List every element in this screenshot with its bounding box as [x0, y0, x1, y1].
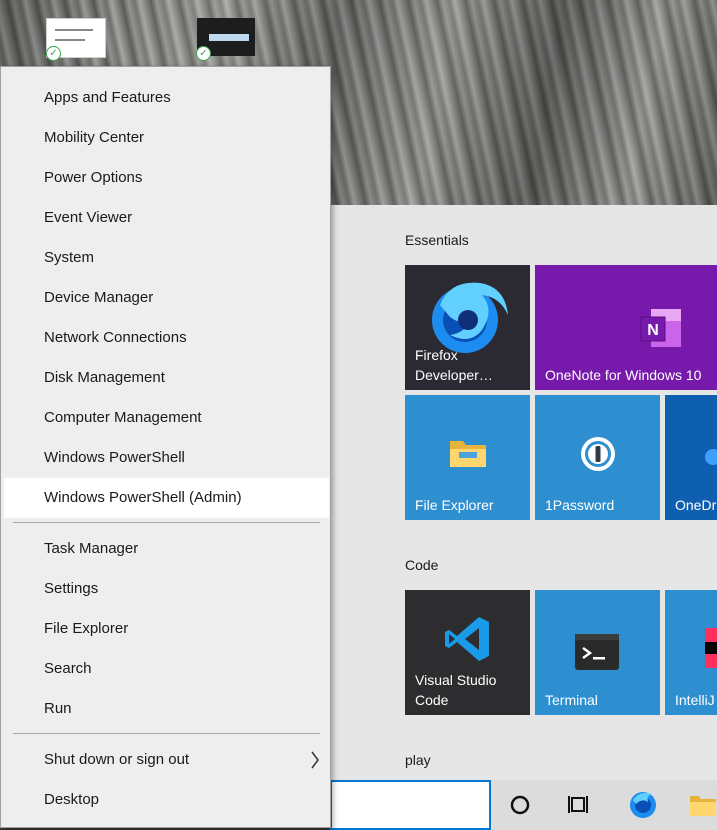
- tile-file-explorer[interactable]: File Explorer: [405, 395, 530, 520]
- menu-item-disk-management[interactable]: Disk Management: [4, 358, 329, 398]
- menu-item-label: Task Manager: [44, 540, 139, 557]
- tile-label: OneNote for Windows 10: [545, 367, 702, 383]
- tile-label: File Explorer: [415, 497, 494, 513]
- menu-item-search[interactable]: Search: [4, 649, 329, 689]
- tile-label: Terminal: [545, 692, 598, 708]
- menu-item-task-manager[interactable]: Task Manager: [4, 529, 329, 569]
- tile-visual-studio-code[interactable]: Visual Studio Code: [405, 590, 530, 715]
- menu-item-settings[interactable]: Settings: [4, 569, 329, 609]
- menu-item-label: Event Viewer: [44, 209, 133, 226]
- menu-item-windows-powershell-admin[interactable]: Windows PowerShell (Admin): [4, 478, 329, 518]
- menu-item-computer-management[interactable]: Computer Management: [4, 398, 329, 438]
- taskbar-search-box[interactable]: [330, 780, 491, 830]
- task-view-icon[interactable]: [563, 790, 593, 820]
- cortana-icon[interactable]: [505, 790, 535, 820]
- tile-onenote[interactable]: N OneNote for Windows 10: [535, 265, 717, 390]
- folder-icon[interactable]: [688, 790, 717, 820]
- menu-item-label: Run: [44, 700, 72, 717]
- taskbar: [330, 780, 717, 830]
- menu-item-system[interactable]: System: [4, 238, 329, 278]
- tile-intellij[interactable]: IntelliJ 2018.2: [665, 590, 717, 715]
- menu-item-label: System: [44, 249, 95, 266]
- svg-text:N: N: [647, 322, 659, 339]
- tile-firefox-developer[interactable]: Firefox Developer…: [405, 265, 530, 390]
- menu-item-desktop[interactable]: Desktop: [4, 780, 329, 820]
- tile-label: Firefox Developer…: [415, 347, 493, 383]
- menu-item-run[interactable]: Run: [4, 689, 329, 729]
- tile-label: Visual Studio Code: [415, 672, 497, 708]
- onenote-icon: N: [640, 309, 681, 347]
- menu-item-label: Computer Management: [44, 409, 202, 426]
- menu-item-device-manager[interactable]: Device Manager: [4, 278, 329, 318]
- menu-item-network-connections[interactable]: Network Connections: [4, 318, 329, 358]
- menu-item-label: Network Connections: [44, 329, 187, 346]
- cloud-icon: [705, 449, 717, 465]
- intellij-icon: [705, 628, 717, 668]
- menu-item-label: Disk Management: [44, 369, 165, 386]
- menu-item-power-options[interactable]: Power Options: [4, 158, 329, 198]
- group-title-play: play: [405, 752, 431, 768]
- menu-item-label: Windows PowerShell: [44, 449, 185, 466]
- menu-item-label: File Explorer: [44, 620, 129, 637]
- group-title-essentials: Essentials: [405, 232, 469, 248]
- sync-check-icon: ✓: [46, 46, 61, 61]
- menu-item-file-explorer[interactable]: File Explorer: [4, 609, 329, 649]
- chevron-right-icon: [311, 751, 319, 769]
- menu-item-label: Settings: [44, 580, 99, 597]
- menu-item-shut-down-or-sign-out[interactable]: Shut down or sign out: [4, 740, 329, 780]
- menu-item-mobility-center[interactable]: Mobility Center: [4, 118, 329, 158]
- folder-icon: [450, 441, 486, 467]
- onepassword-icon: [581, 437, 615, 471]
- start-menu-tiles: Essentials Firefox Developer… N OneNote …: [330, 205, 717, 780]
- menu-item-label: Device Manager: [44, 289, 154, 306]
- menu-separator: [13, 522, 320, 523]
- menu-item-label: Mobility Center: [44, 129, 145, 146]
- menu-item-label: Search: [44, 660, 92, 677]
- group-title-code: Code: [405, 557, 439, 573]
- tile-label: IntelliJ 2018.2: [675, 692, 717, 708]
- menu-item-label: Shut down or sign out: [44, 751, 190, 768]
- vscode-icon: [445, 617, 489, 661]
- tile-label: 1Password: [545, 497, 615, 513]
- menu-item-label: Apps and Features: [44, 89, 171, 106]
- tile-terminal[interactable]: Terminal: [535, 590, 660, 715]
- tile-1password[interactable]: 1Password: [535, 395, 660, 520]
- menu-item-label: Desktop: [44, 791, 100, 808]
- firefox-dev-icon: [432, 282, 508, 353]
- menu-item-windows-powershell[interactable]: Windows PowerShell: [4, 438, 329, 478]
- winx-context-menu: Apps and Features Mobility Center Power …: [0, 66, 331, 828]
- menu-item-label: Power Options: [44, 169, 143, 186]
- menu-item-event-viewer[interactable]: Event Viewer: [4, 198, 329, 238]
- menu-item-label: Windows PowerShell (Admin): [44, 489, 242, 506]
- terminal-icon: [575, 634, 619, 670]
- tile-label: OneDr: [675, 497, 717, 513]
- sync-check-icon: ✓: [196, 46, 211, 61]
- tile-onedrive[interactable]: OneDr: [665, 395, 717, 520]
- menu-separator: [13, 733, 320, 734]
- firefox-icon[interactable]: [628, 790, 658, 820]
- menu-item-apps-and-features[interactable]: Apps and Features: [4, 78, 329, 118]
